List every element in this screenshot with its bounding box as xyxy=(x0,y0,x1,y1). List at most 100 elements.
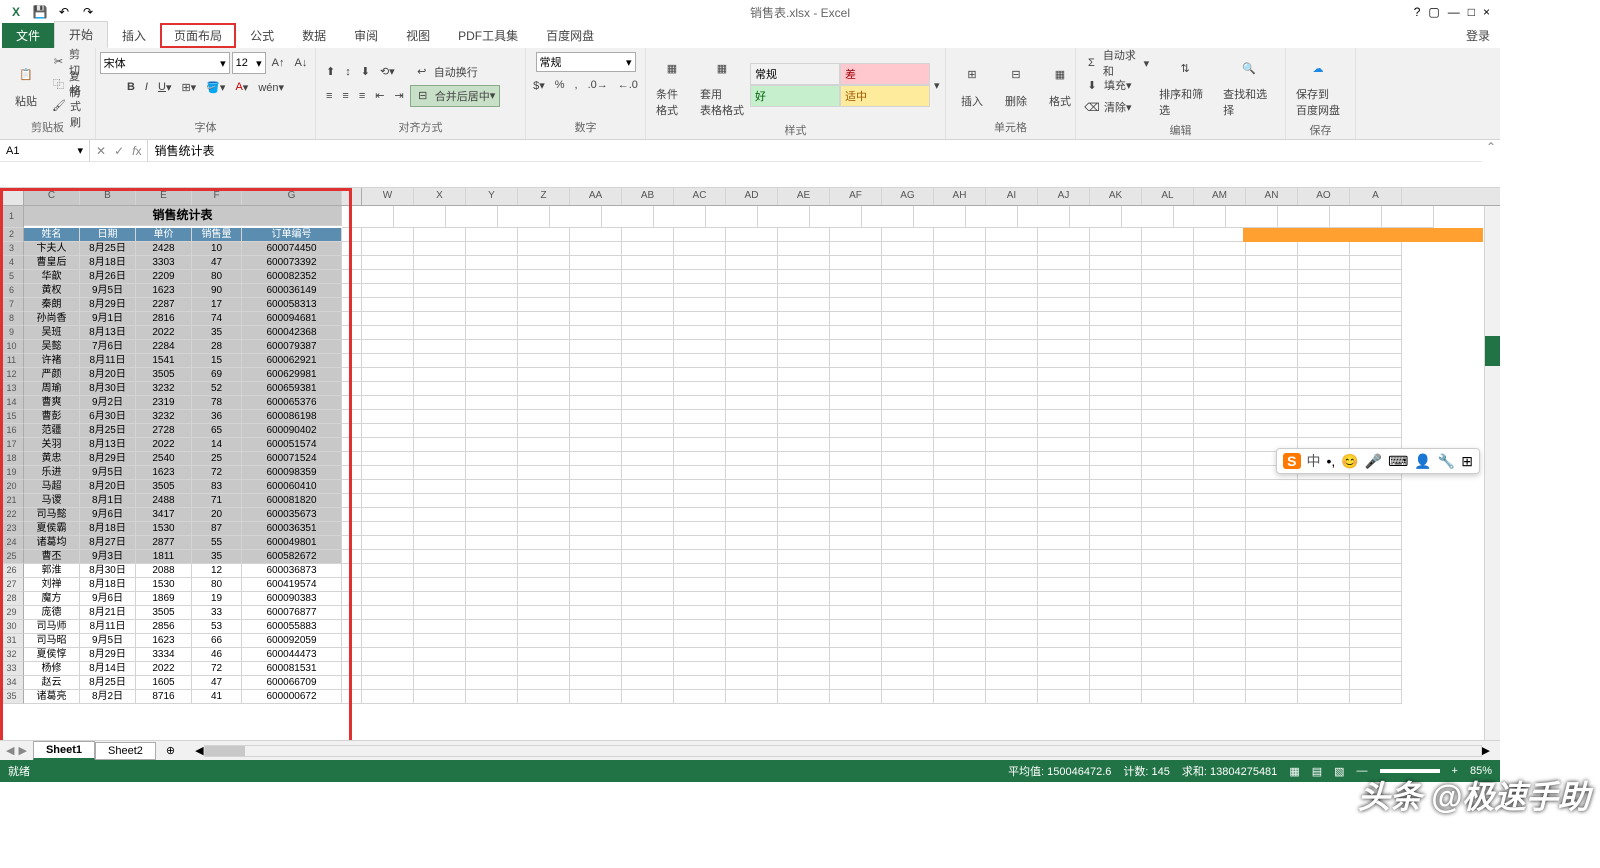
data-cell[interactable]: 8716 xyxy=(136,690,192,704)
data-cell[interactable]: 600419574 xyxy=(242,578,342,592)
col-header[interactable]: E xyxy=(136,188,192,205)
data-cell[interactable]: 吴懿 xyxy=(24,340,80,354)
col-header[interactable]: G xyxy=(242,188,342,205)
data-cell[interactable]: 83 xyxy=(192,480,242,494)
data-cell[interactable]: 3505 xyxy=(136,480,192,494)
data-cell[interactable]: 黄忠 xyxy=(24,452,80,466)
data-cell[interactable]: 600066709 xyxy=(242,676,342,690)
comma-icon[interactable]: , xyxy=(571,74,582,96)
col-header[interactable]: B xyxy=(80,188,136,205)
data-cell[interactable]: 司马师 xyxy=(24,620,80,634)
table-format-button[interactable]: ▦套用 表格格式 xyxy=(694,50,750,120)
table-header[interactable]: 单价 xyxy=(136,228,192,242)
zoom-in-icon[interactable]: + xyxy=(1452,765,1458,777)
row-header[interactable]: 23 xyxy=(0,522,24,536)
data-cell[interactable]: 8月18日 xyxy=(80,522,136,536)
row-header[interactable]: 24 xyxy=(0,536,24,550)
data-cell[interactable]: 曹皇后 xyxy=(24,256,80,270)
minimize-icon[interactable]: — xyxy=(1448,5,1460,19)
ime-punct-icon[interactable]: •, xyxy=(1327,453,1336,469)
fill-color-button[interactable]: 🪣▾ xyxy=(202,76,229,98)
col-header[interactable]: AE xyxy=(778,188,830,205)
row-header[interactable]: 2 xyxy=(0,228,24,242)
styles-more-icon[interactable]: ▾ xyxy=(930,74,944,96)
data-cell[interactable]: 90 xyxy=(192,284,242,298)
data-cell[interactable]: 9月5日 xyxy=(80,634,136,648)
font-color-button[interactable]: A▾ xyxy=(231,76,252,98)
increase-font-icon[interactable]: A↑ xyxy=(268,52,289,74)
insert-cells-button[interactable]: ⊞插入 xyxy=(950,57,994,111)
col-header[interactable]: AJ xyxy=(1038,188,1090,205)
fill-button[interactable]: ⬇填充▾ xyxy=(1080,74,1153,96)
row-header[interactable]: 32 xyxy=(0,648,24,662)
data-cell[interactable]: 7月6日 xyxy=(80,340,136,354)
col-header[interactable]: AI xyxy=(986,188,1038,205)
ime-emoji-icon[interactable]: 😊 xyxy=(1341,453,1358,470)
data-cell[interactable]: 35 xyxy=(192,550,242,564)
data-cell[interactable]: 3334 xyxy=(136,648,192,662)
data-cell[interactable]: 3417 xyxy=(136,508,192,522)
percent-icon[interactable]: % xyxy=(551,74,569,96)
italic-button[interactable]: I xyxy=(141,76,152,98)
ribbon-display-icon[interactable]: ▢ xyxy=(1428,5,1439,19)
decrease-decimal-icon[interactable]: ←.0 xyxy=(614,74,642,96)
format-painter-button[interactable]: 🖌格式刷 xyxy=(48,95,91,117)
data-cell[interactable]: 郭淮 xyxy=(24,564,80,578)
data-cell[interactable]: 夏侯霸 xyxy=(24,522,80,536)
data-cell[interactable]: 1623 xyxy=(136,466,192,480)
clear-button[interactable]: ⌫清除▾ xyxy=(1080,96,1153,118)
data-cell[interactable]: 2209 xyxy=(136,270,192,284)
data-cell[interactable]: 3232 xyxy=(136,410,192,424)
close-icon[interactable]: × xyxy=(1483,5,1490,19)
currency-icon[interactable]: $▾ xyxy=(529,74,549,96)
data-cell[interactable]: 600090402 xyxy=(242,424,342,438)
data-cell[interactable]: 曹丕 xyxy=(24,550,80,564)
data-cell[interactable]: 3505 xyxy=(136,606,192,620)
zoom-out-icon[interactable]: — xyxy=(1357,765,1368,777)
ime-tool-icon[interactable]: 🔧 xyxy=(1438,453,1455,470)
paste-button[interactable]: 📋粘贴 xyxy=(4,57,48,111)
view-page-layout-icon[interactable]: ▤ xyxy=(1312,765,1322,778)
view-page-break-icon[interactable]: ▧ xyxy=(1334,765,1344,778)
row-header[interactable]: 26 xyxy=(0,564,24,578)
table-header[interactable]: 姓名 xyxy=(24,228,80,242)
data-cell[interactable]: 刘禅 xyxy=(24,578,80,592)
select-all-triangle[interactable] xyxy=(0,188,24,205)
data-cell[interactable]: 8月13日 xyxy=(80,438,136,452)
delete-cells-button[interactable]: ⊟删除 xyxy=(994,57,1038,111)
data-cell[interactable]: 8月11日 xyxy=(80,620,136,634)
data-cell[interactable]: 黄权 xyxy=(24,284,80,298)
ime-grid-icon[interactable]: ⊞ xyxy=(1461,453,1473,470)
title-cell[interactable]: 销售统计表 xyxy=(24,206,342,226)
data-cell[interactable]: 卞夫人 xyxy=(24,242,80,256)
font-name-dropdown[interactable]: 宋体▾ xyxy=(100,52,230,74)
zoom-level[interactable]: 85% xyxy=(1470,765,1492,777)
data-cell[interactable]: 严颜 xyxy=(24,368,80,382)
enter-formula-icon[interactable]: ✓ xyxy=(114,144,124,158)
row-header[interactable]: 29 xyxy=(0,606,24,620)
font-size-dropdown[interactable]: 12▾ xyxy=(232,52,266,74)
data-cell[interactable]: 600049801 xyxy=(242,536,342,550)
name-box[interactable]: A1▾ xyxy=(0,140,90,162)
col-header[interactable]: AO xyxy=(1298,188,1350,205)
data-cell[interactable]: 600081531 xyxy=(242,662,342,676)
data-cell[interactable]: 8月13日 xyxy=(80,326,136,340)
data-cell[interactable]: 20 xyxy=(192,508,242,522)
data-cell[interactable]: 秦朗 xyxy=(24,298,80,312)
data-cell[interactable]: 25 xyxy=(192,452,242,466)
data-cell[interactable]: 1869 xyxy=(136,592,192,606)
underline-button[interactable]: U▾ xyxy=(154,76,175,98)
data-cell[interactable]: 600065376 xyxy=(242,396,342,410)
data-cell[interactable]: 1623 xyxy=(136,284,192,298)
row-header[interactable]: 31 xyxy=(0,634,24,648)
cancel-formula-icon[interactable]: ✕ xyxy=(96,144,106,158)
save-baidu-button[interactable]: ☁保存到 百度网盘 xyxy=(1290,50,1346,120)
data-cell[interactable]: 600062921 xyxy=(242,354,342,368)
data-cell[interactable]: 600098359 xyxy=(242,466,342,480)
col-header[interactable]: AL xyxy=(1142,188,1194,205)
row-header[interactable]: 7 xyxy=(0,298,24,312)
data-cell[interactable]: 600035673 xyxy=(242,508,342,522)
data-cell[interactable]: 诸葛均 xyxy=(24,536,80,550)
tab-baidu[interactable]: 百度网盘 xyxy=(532,23,608,48)
data-cell[interactable]: 80 xyxy=(192,270,242,284)
